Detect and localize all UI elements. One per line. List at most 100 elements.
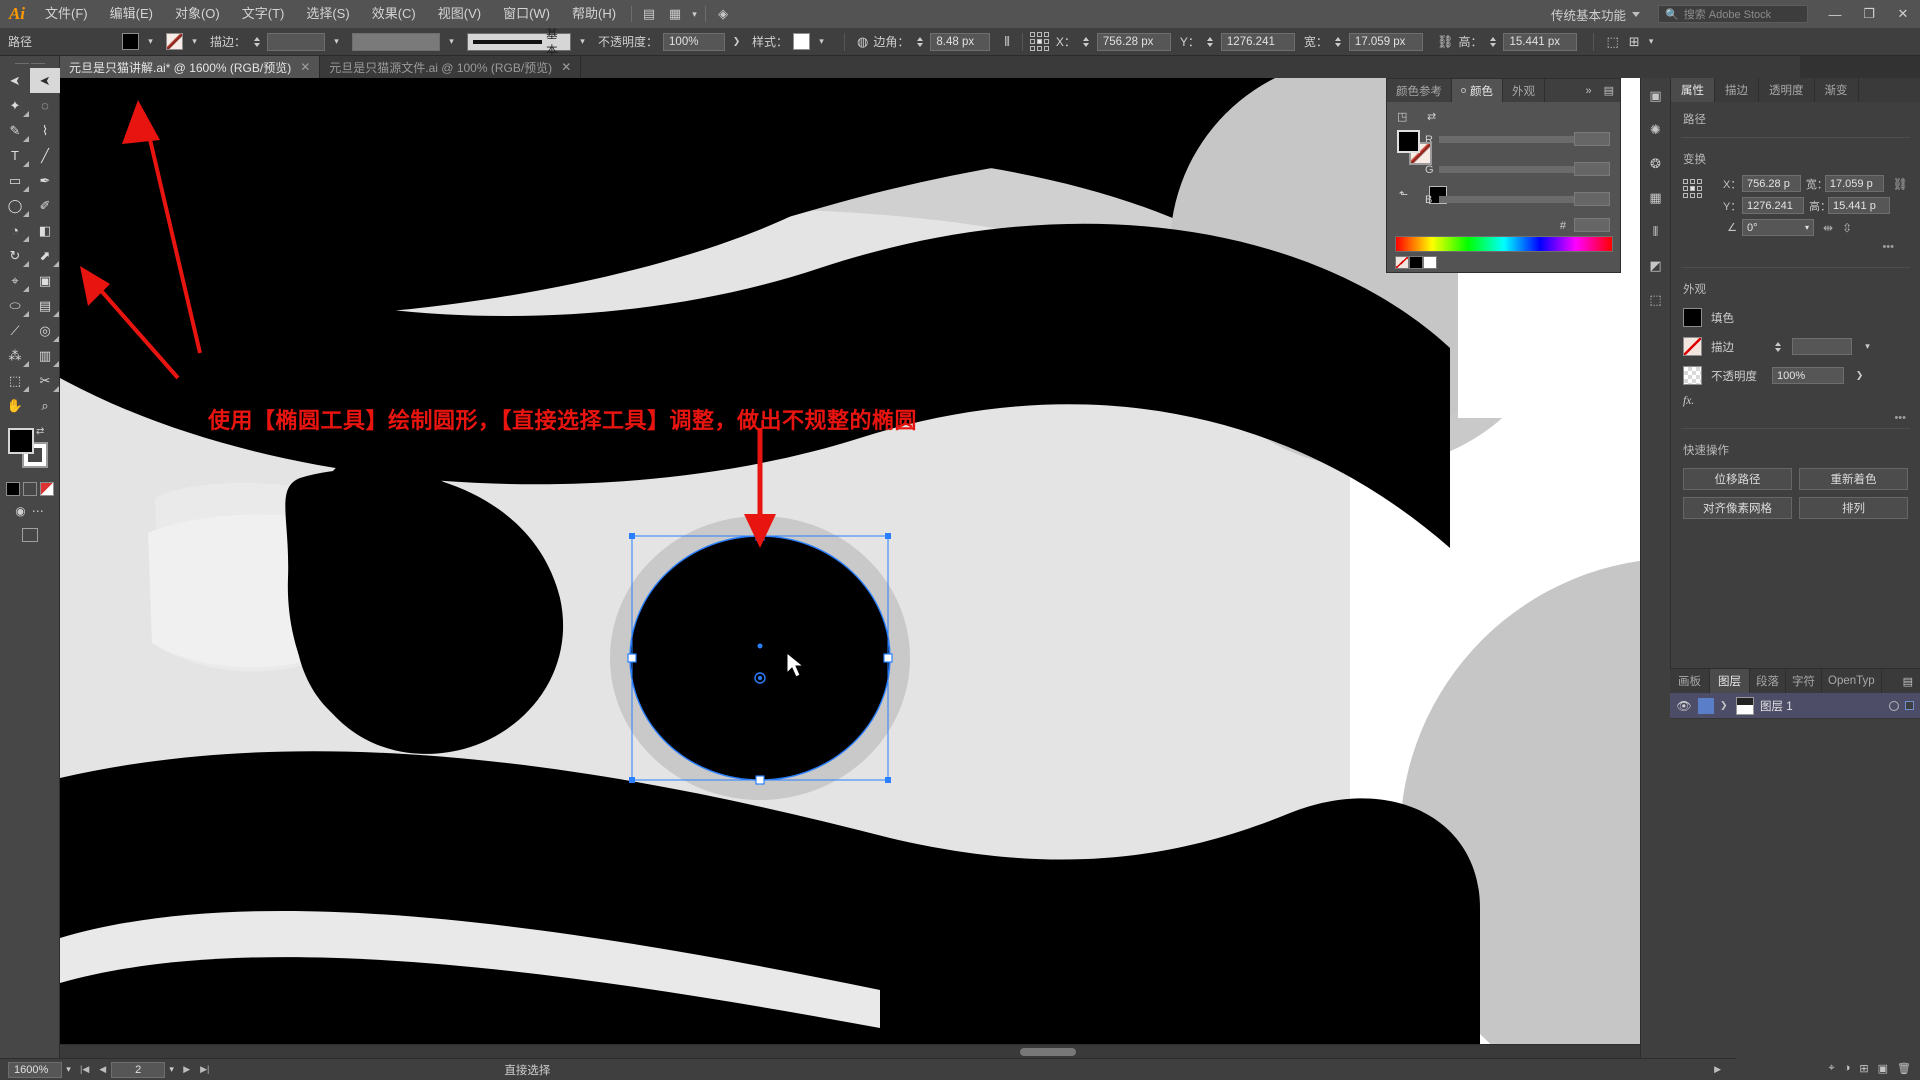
change-screen-mode-icon[interactable]: ◉ [15,504,25,518]
opacity-control[interactable]: 不透明度： 100% ❯ [598,32,743,51]
first-artboard-icon[interactable]: |◀ [75,1064,94,1075]
menu-help[interactable]: 帮助(H) [561,0,627,28]
channel-r-input[interactable] [1574,132,1610,146]
pathfinder-icon[interactable]: ◩ [1645,256,1667,276]
channel-b-input[interactable] [1574,192,1610,206]
brushes-icon[interactable]: ✺ [1645,120,1667,140]
opacity-input[interactable]: 100% [663,32,726,51]
layers-panel-menu-icon[interactable]: ▤ [1896,669,1920,693]
fill-swatch[interactable] [122,33,139,50]
table-row[interactable]: 👁 ❯ 图层 1 [1670,693,1920,719]
style-swatch[interactable] [793,33,811,50]
stroke-chevron-icon[interactable]: ▾ [188,34,201,50]
fx-icon[interactable]: fx. [1683,395,1735,407]
close-button[interactable]: ✕ [1886,0,1920,28]
tab-layers[interactable]: 图层 [1710,669,1750,693]
status-menu-icon[interactable]: ▶ [1709,1064,1726,1075]
zoom-chevron-icon[interactable]: ▾ [62,1062,75,1078]
menu-file[interactable]: 文件(F) [34,0,99,28]
stock-icon[interactable]: ◈ [710,0,736,28]
offset-path-button[interactable]: 位移路径 [1683,468,1792,490]
brush-chevron-icon[interactable]: ▾ [576,34,589,50]
artboard-chevron-icon[interactable]: ▾ [165,1062,178,1078]
menu-window[interactable]: 窗口(W) [492,0,561,28]
appearance-opacity-swatch[interactable] [1683,366,1702,385]
x-input[interactable]: 756.28 px [1096,32,1171,51]
style-control[interactable]: 样式： ▾ [752,33,828,50]
zoom-level-input[interactable]: 1600% [8,1061,62,1078]
flip-horizontal-icon[interactable]: ⇹ [1823,221,1833,235]
tool-column-graph[interactable]: ▥ [30,343,60,368]
tab-opentype[interactable]: OpenTyp [1822,669,1882,693]
panel-menu-icon[interactable]: ▤ [1598,79,1620,102]
x-position-control[interactable]: X： 756.28 px [1056,32,1171,51]
tool-free-transform[interactable]: ▣ [30,268,60,293]
menu-type[interactable]: 文字(T) [231,0,296,28]
opacity-expand-icon[interactable]: ❯ [1853,368,1866,384]
stroke-swatch[interactable] [166,33,183,50]
tool-zoom[interactable]: ⌕ [30,393,60,418]
fill-control[interactable]: ▾ [122,33,157,50]
menu-select[interactable]: 选择(S) [295,0,360,28]
live-shape-icon[interactable]: ◍ [852,34,873,50]
screen-mode-icon[interactable] [21,528,38,542]
h-stepper[interactable] [1487,34,1498,50]
draw-inside-icon[interactable] [40,482,54,496]
color-panel-fill-swatch[interactable] [1397,130,1420,153]
close-icon[interactable]: ✕ [300,60,310,74]
y-position-control[interactable]: Y： 1276.241 [1180,32,1295,51]
more-options-icon[interactable]: ⊞ [1624,34,1645,50]
minimize-button[interactable]: — [1818,0,1852,28]
transform-icon[interactable]: ⬚ [1645,290,1667,310]
tab-artboards[interactable]: 画板 [1670,669,1710,693]
tool-rotate[interactable]: ↻ [0,243,30,268]
libraries-icon[interactable]: ▣ [1645,86,1667,106]
arrange-documents-icon[interactable]: ▦ [662,0,688,28]
tab-paragraph[interactable]: 段落 [1750,669,1786,693]
new-layer-icon[interactable]: ▣ [1878,1062,1888,1075]
horizontal-scroll-thumb[interactable] [1020,1048,1076,1056]
hex-input[interactable] [1574,218,1610,232]
width-profile-chevron-icon[interactable]: ▾ [445,34,458,50]
tab-properties[interactable]: 属性 [1671,78,1715,102]
panel-expand-icon[interactable]: » [1579,79,1597,102]
artboard-number-input[interactable]: 2 [111,1061,166,1078]
brush-definition-control[interactable]: 基本 ▾ [467,29,589,57]
flip-vertical-icon[interactable]: ⇳ [1842,221,1852,235]
stroke-weight-control[interactable]: 描边： ▾ [210,32,343,51]
width-control[interactable]: 宽： 17.059 px [1304,32,1423,51]
tab-color-guide[interactable]: 颜色参考 [1387,79,1452,102]
prop-angle-input[interactable]: 0° ▾ [1742,219,1814,236]
menu-edit[interactable]: 编辑(E) [99,0,164,28]
transform-more-icon[interactable]: ••• [1683,241,1908,253]
restore-button[interactable]: ❐ [1852,0,1886,28]
swap-colors-icon[interactable]: ⇄ [1427,110,1436,123]
tool-pencil[interactable]: ✐ [30,193,60,218]
align-icon[interactable]: ⫴ [1645,222,1667,242]
fill-stroke-proxy-icon[interactable]: ◳ [1397,110,1407,123]
menu-object[interactable]: 对象(O) [164,0,231,28]
tool-curvature[interactable]: ⌇ [30,118,60,143]
lock-proportions-icon[interactable]: ⛓ [1432,34,1459,50]
toolbar-drag-handle[interactable] [0,56,59,68]
y-input[interactable]: 1276.241 [1220,32,1295,51]
align-panel-icon[interactable]: ⫴ [999,34,1014,50]
none-swatch[interactable] [1395,256,1409,269]
tool-scale[interactable]: ⬈ [30,243,60,268]
height-control[interactable]: 高： 15.441 px [1458,32,1578,51]
canvas-horizontal-scrollbar[interactable] [60,1044,1732,1058]
selection-indicator-icon[interactable] [1905,701,1914,710]
menu-effect[interactable]: 效果(C) [361,0,427,28]
opacity-chevron-icon[interactable]: ❯ [730,34,743,50]
appearance-stroke-stepper[interactable] [1772,339,1783,355]
align-to-pixel-grid-button[interactable]: 对齐像素网格 [1683,497,1792,519]
tool-paintbrush[interactable]: ✒ [30,168,60,193]
more-options-chevron-icon[interactable]: ▾ [1645,34,1658,50]
stroke-weight-chevron-icon[interactable]: ▾ [330,34,343,50]
tab-color[interactable]: 颜色 [1452,79,1503,102]
transform-panel-icon[interactable]: ⬚ [1601,34,1623,50]
black-quick-swatch[interactable] [1409,256,1423,269]
document-tab-2[interactable]: 元旦是只猫源文件.ai @ 100% (RGB/预览) ✕ [320,56,582,78]
channel-g-input[interactable] [1574,162,1610,176]
corner-stepper[interactable] [914,34,925,50]
